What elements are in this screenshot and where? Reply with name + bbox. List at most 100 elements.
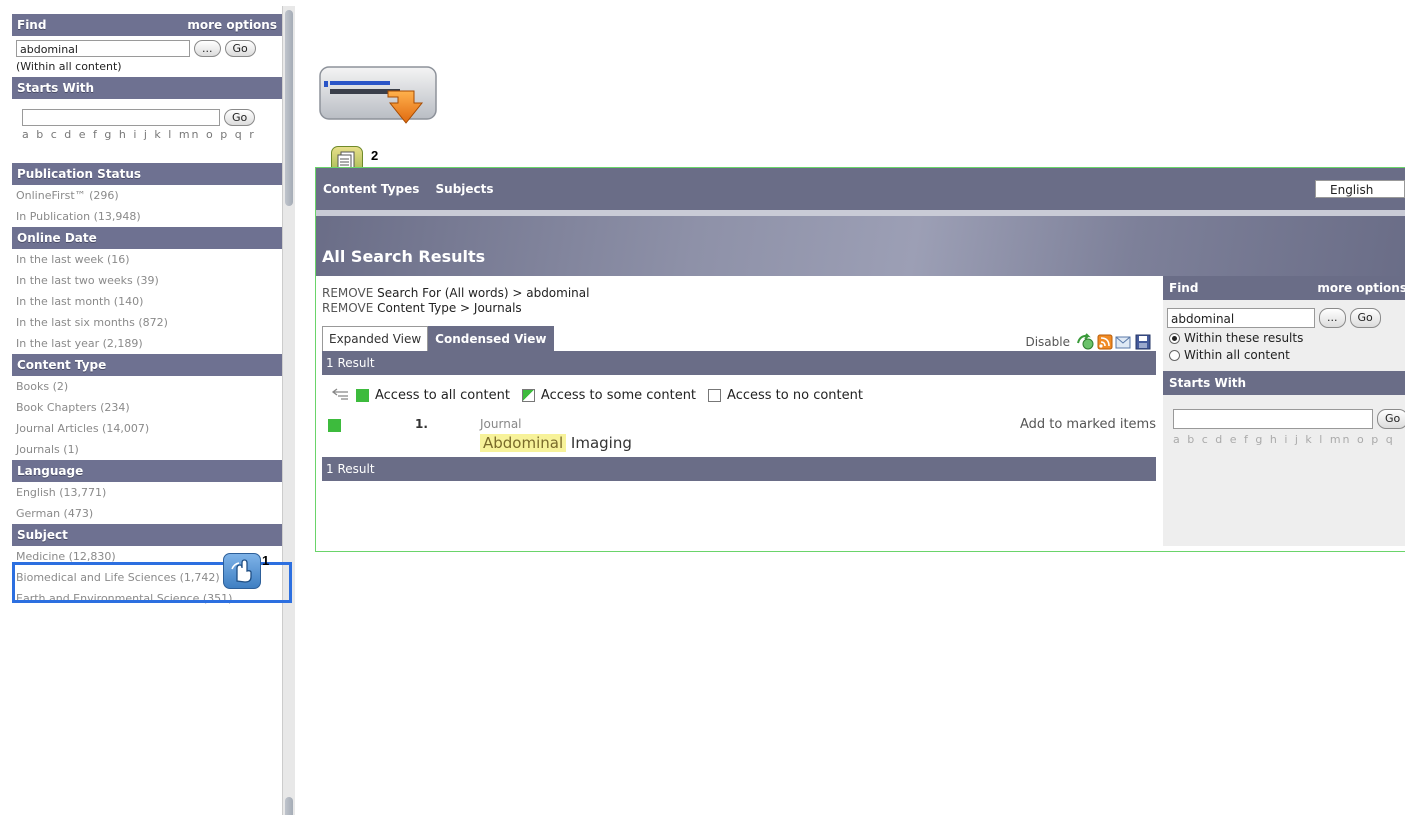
page-title: All Search Results xyxy=(322,247,486,266)
result-row: 1. Journal Abdominal Imaging Add to mark… xyxy=(322,407,1156,457)
facet-onlinefirst[interactable]: OnlineFirst™ (296) xyxy=(12,185,282,206)
facet-books[interactable]: Books (2) xyxy=(12,376,282,397)
sidebar-scroll-thumb-end xyxy=(285,797,293,815)
access-all-label: Access to all content xyxy=(375,387,510,403)
radio-within-results-row[interactable]: Within these results xyxy=(1163,328,1405,345)
results-content: REMOVE Search For (All words) > abdomina… xyxy=(322,286,1156,481)
online-date-header: Online Date xyxy=(12,227,282,249)
alphabet-index[interactable]: a b c d e f g h i j k l mn o p q r xyxy=(12,126,282,141)
nav-content-types[interactable]: Content Types xyxy=(323,182,419,196)
starts-with-go-button[interactable]: Go xyxy=(224,109,256,126)
facet-earth-environmental[interactable]: Earth and Environmental Science (351) xyxy=(12,588,282,609)
step-number-1: 1 xyxy=(262,553,270,568)
publication-status-header: Publication Status xyxy=(12,163,282,185)
facet-last-six-months[interactable]: In the last six months (872) xyxy=(12,312,282,333)
result-type: Journal xyxy=(480,417,522,431)
right-more-options-link[interactable]: more options xyxy=(1317,276,1405,300)
starts-with-title: Starts With xyxy=(17,81,95,95)
right-alphabet-index[interactable]: a b c d e f g h i j k l mn o p q xyxy=(1163,429,1405,446)
radio-within-results-label: Within these results xyxy=(1184,331,1304,345)
subject-title: Subject xyxy=(17,528,68,542)
access-all-icon xyxy=(356,388,369,402)
sidebar-search-input[interactable]: abdominal xyxy=(16,40,190,57)
remove-content-type-link[interactable]: REMOVE xyxy=(322,301,373,315)
facet-journal-articles[interactable]: Journal Articles (14,007) xyxy=(12,418,282,439)
result-title-highlight[interactable]: Abdominal xyxy=(480,434,567,452)
sidebar-scroll-thumb[interactable] xyxy=(285,10,293,206)
access-none-icon xyxy=(708,388,722,402)
facet-last-week[interactable]: In the last week (16) xyxy=(12,249,282,270)
navigate-arrow-icon xyxy=(318,65,438,127)
access-some-label: Access to some content xyxy=(540,387,697,403)
language-title: Language xyxy=(17,464,84,478)
access-none-label: Access to no content xyxy=(727,387,863,403)
nav-subjects[interactable]: Subjects xyxy=(436,182,494,196)
publication-status-title: Publication Status xyxy=(17,167,142,181)
facet-last-year[interactable]: In the last year (2,189) xyxy=(12,333,282,354)
right-starts-with-title: Starts With xyxy=(1169,376,1247,390)
result-number: 1. xyxy=(415,417,428,431)
online-date-title: Online Date xyxy=(17,231,97,245)
sidebar: Find more options abdominal ... Go (With… xyxy=(12,14,283,815)
right-search-input[interactable]: abdominal xyxy=(1167,308,1315,328)
right-starts-with-header: Starts With xyxy=(1163,371,1405,395)
add-to-marked-link[interactable]: Add to marked items xyxy=(1020,417,1156,432)
radio-within-results[interactable] xyxy=(1169,332,1180,344)
more-options-link[interactable]: more options xyxy=(187,14,277,36)
sidebar-go-button[interactable]: Go xyxy=(224,40,256,57)
sidebar-search-scope: (Within all content) xyxy=(16,60,122,73)
facet-english[interactable]: English (13,771) xyxy=(12,482,282,503)
sidebar-scrollbar[interactable] xyxy=(282,6,295,815)
subject-header: Subject xyxy=(12,524,282,546)
right-find-panel: Find more options abdominal ... Go Withi… xyxy=(1163,276,1405,546)
mouse-click-icon xyxy=(223,553,261,589)
results-panel: Content Types Subjects English All Searc… xyxy=(315,167,1405,552)
right-starts-with-input[interactable] xyxy=(1173,409,1373,429)
right-starts-with-go-button[interactable]: Go xyxy=(1377,409,1405,429)
feed-tools: Disable xyxy=(1025,333,1156,351)
facet-last-month[interactable]: In the last month (140) xyxy=(12,291,282,312)
sidebar-find-header: Find more options xyxy=(12,14,282,36)
language-select[interactable]: English xyxy=(1315,180,1405,198)
breadcrumb-content-type-text: Content Type > Journals xyxy=(373,301,522,315)
right-find-header: Find more options xyxy=(1163,276,1405,300)
results-banner: All Search Results xyxy=(316,210,1405,276)
tab-condensed-view[interactable]: Condensed View xyxy=(428,326,554,351)
result-title-rest[interactable]: Imaging xyxy=(566,434,632,452)
sidebar-browse-button[interactable]: ... xyxy=(194,40,221,57)
facet-journals[interactable]: Journals (1) xyxy=(12,439,282,460)
breadcrumb-content-type: REMOVE Content Type > Journals xyxy=(322,301,1156,316)
result-access-icon xyxy=(328,419,341,432)
content-type-title: Content Type xyxy=(17,358,107,372)
back-arrow-icon[interactable] xyxy=(328,388,350,402)
remove-search-link[interactable]: REMOVE xyxy=(322,286,373,300)
sidebar-starts-with-header: Starts With xyxy=(12,77,282,99)
view-tabs: Expanded View Condensed View Disable xyxy=(322,325,1156,351)
result-count-bottom: 1 Result xyxy=(322,457,1156,481)
content-type-header: Content Type xyxy=(12,354,282,376)
facet-in-publication[interactable]: In Publication (13,948) xyxy=(12,206,282,227)
export-tools-icons[interactable] xyxy=(1076,333,1156,351)
language-header: Language xyxy=(12,460,282,482)
step-number-2: 2 xyxy=(371,148,379,163)
step-badge-1: 1 xyxy=(223,553,269,589)
disable-link[interactable]: Disable xyxy=(1025,335,1070,349)
facet-last-two-weeks[interactable]: In the last two weeks (39) xyxy=(12,270,282,291)
facet-german[interactable]: German (473) xyxy=(12,503,282,524)
access-legend: Access to all content Access to some con… xyxy=(322,375,1156,407)
right-go-button[interactable]: Go xyxy=(1349,308,1381,328)
access-some-icon xyxy=(521,388,535,402)
radio-within-all-row[interactable]: Within all content xyxy=(1163,345,1405,362)
radio-within-all-label: Within all content xyxy=(1184,348,1290,362)
top-nav-bar: Content Types Subjects English xyxy=(316,168,1405,210)
radio-within-all[interactable] xyxy=(1169,349,1180,361)
breadcrumb-search-text: Search For (All words) > abdominal xyxy=(373,286,590,300)
tab-expanded-view[interactable]: Expanded View xyxy=(322,326,429,351)
right-browse-button[interactable]: ... xyxy=(1319,308,1346,328)
facet-book-chapters[interactable]: Book Chapters (234) xyxy=(12,397,282,418)
sidebar-find-title: Find xyxy=(17,18,47,32)
result-count-top: 1 Result xyxy=(322,351,1156,375)
starts-with-input[interactable] xyxy=(22,109,220,126)
result-title-link[interactable]: Abdominal Imaging xyxy=(480,434,632,452)
breadcrumb-search: REMOVE Search For (All words) > abdomina… xyxy=(322,286,1156,301)
